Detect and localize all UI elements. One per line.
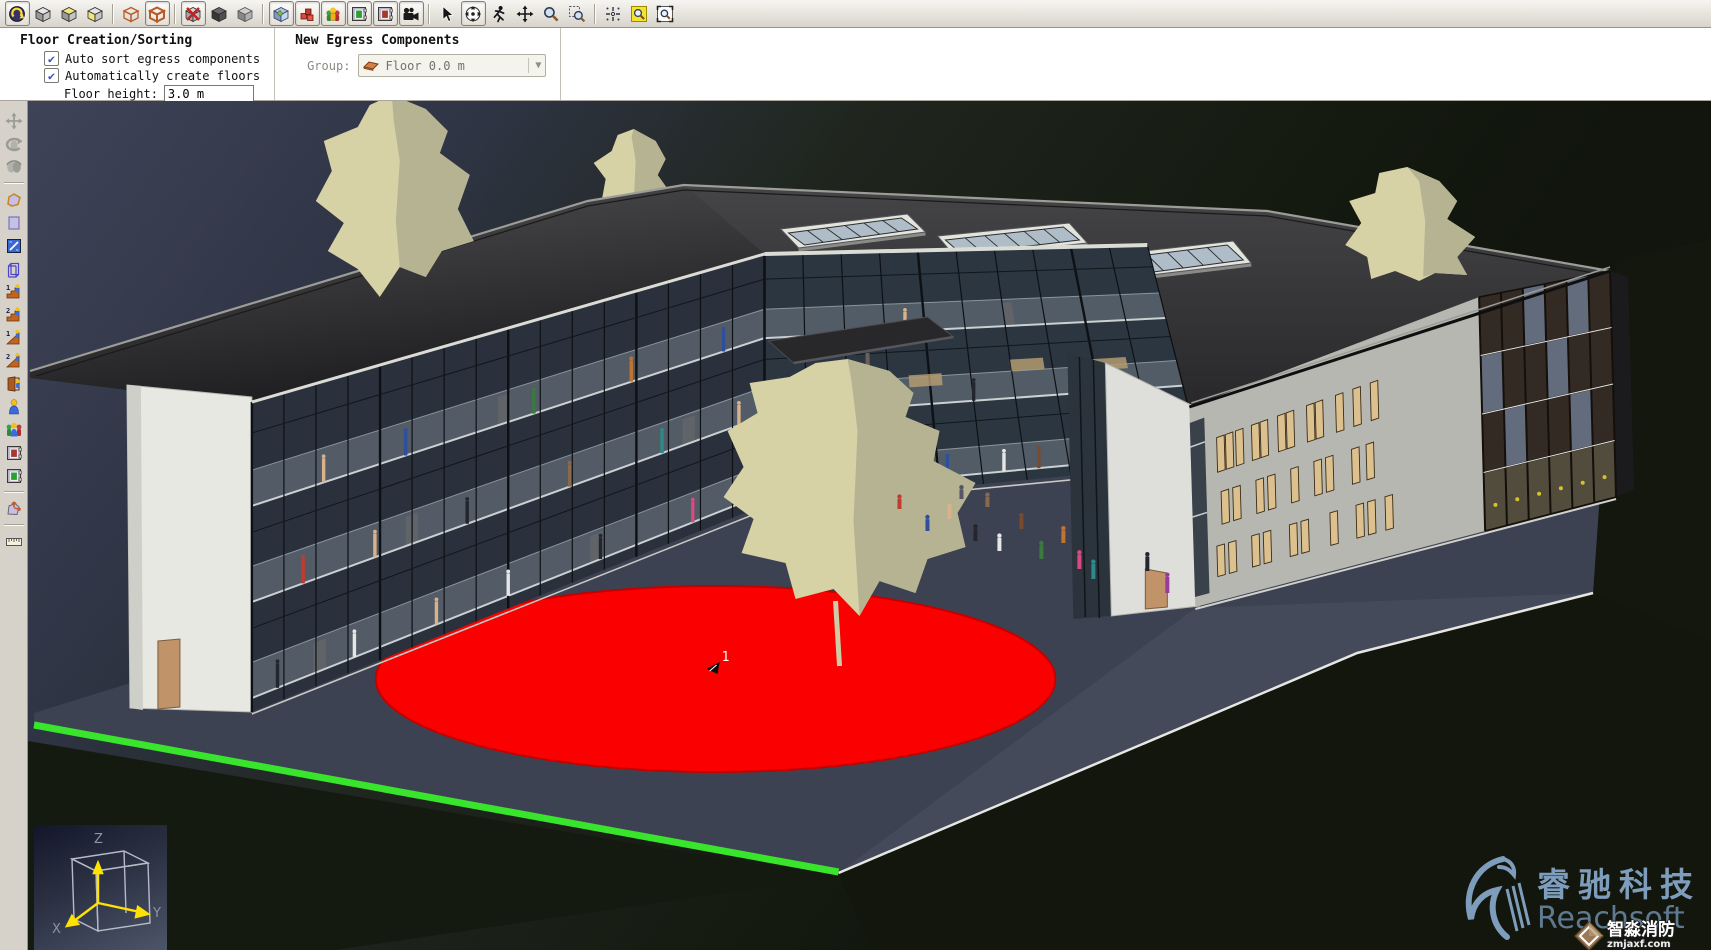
toolbar-separator bbox=[112, 4, 114, 24]
zoom-reset-tool-button[interactable] bbox=[653, 1, 678, 26]
polygon-room-tool-button[interactable] bbox=[2, 189, 26, 210]
ribbon: Floor Creation/Sorting ✔ Auto sort egres… bbox=[0, 28, 1711, 101]
rectangle-room-tool-button[interactable] bbox=[2, 212, 26, 233]
toolbar-separator bbox=[174, 4, 176, 24]
app-window: Floor Creation/Sorting ✔ Auto sort egres… bbox=[0, 0, 1711, 950]
show-occupants-toggle-button[interactable] bbox=[321, 1, 346, 26]
toolbar-separator bbox=[594, 4, 596, 24]
zoom-box-tool-button[interactable] bbox=[565, 1, 590, 26]
ramp-one-point-tool-button[interactable]: 1 bbox=[2, 327, 26, 348]
chevron-down-icon: ▼ bbox=[528, 58, 541, 73]
outline-view-mode-button[interactable] bbox=[145, 1, 170, 26]
show-exits-red-toggle-button[interactable] bbox=[373, 1, 398, 26]
pan-tool-button[interactable] bbox=[513, 1, 538, 26]
stairs-two-point-tool-button[interactable]: 2 bbox=[2, 304, 26, 325]
sidebar-separator bbox=[4, 491, 24, 493]
zoom-extents-tool-button[interactable] bbox=[627, 1, 652, 26]
floor-icon bbox=[363, 61, 379, 71]
sidebar-separator bbox=[4, 524, 24, 526]
show-terrain-toggle-button[interactable] bbox=[269, 1, 294, 26]
shaded-top-view-mode-button[interactable] bbox=[57, 1, 82, 26]
junction-door bbox=[1145, 569, 1167, 609]
group-dropdown[interactable]: Floor 0.0 m ▼ bbox=[358, 54, 546, 77]
group-label: Group: bbox=[307, 59, 350, 73]
orientation-cube[interactable]: Z X Y bbox=[34, 825, 167, 950]
exit-panel-green-tool-button[interactable] bbox=[2, 465, 26, 486]
toolbar-separator bbox=[428, 4, 430, 24]
toolbar-separator bbox=[262, 4, 264, 24]
egress-panel-title: New Egress Components bbox=[295, 33, 546, 48]
measure-tool-button[interactable] bbox=[2, 531, 26, 552]
floor-creation-panel: Floor Creation/Sorting ✔ Auto sort egres… bbox=[0, 28, 274, 100]
ramp-two-point-tool-button[interactable]: 2 bbox=[2, 350, 26, 371]
z-axis-label: Z bbox=[94, 832, 103, 847]
floor-height-label: Floor height: bbox=[64, 87, 158, 101]
end-wall-left bbox=[127, 385, 252, 712]
zhimiao-logo-icon bbox=[1574, 921, 1604, 950]
zhimiao-badge: 智淼消防 zmjaxf.com bbox=[1574, 921, 1675, 950]
sidebar-separator bbox=[4, 182, 24, 184]
transparent-geometry-toggle-button[interactable] bbox=[233, 1, 258, 26]
exit-door-tool-button[interactable] bbox=[2, 373, 26, 394]
add-occupant-tool-button[interactable] bbox=[2, 396, 26, 417]
auto-create-floors-checkbox[interactable]: ✔ bbox=[44, 68, 59, 83]
stairs-one-point-tool-button[interactable]: 1 bbox=[2, 281, 26, 302]
door-edge-tool-button[interactable] bbox=[2, 235, 26, 256]
main-toolbar bbox=[0, 0, 1711, 28]
badge-url: zmjaxf.com bbox=[1607, 940, 1675, 950]
select-tool-button[interactable] bbox=[435, 1, 460, 26]
shaded-front-view-mode-button[interactable] bbox=[83, 1, 108, 26]
floor-panel-title: Floor Creation/Sorting bbox=[20, 33, 260, 48]
exit-panel-red-tool-button[interactable] bbox=[2, 442, 26, 463]
new-egress-panel: New Egress Components Group: Floor 0.0 m… bbox=[275, 28, 560, 100]
show-cameras-toggle-button[interactable] bbox=[399, 1, 424, 26]
viewport-3d[interactable]: 1 bbox=[28, 101, 1711, 950]
x-axis-label: X bbox=[52, 922, 61, 937]
junction-glass bbox=[1067, 353, 1111, 619]
walk-tool-button[interactable] bbox=[487, 1, 512, 26]
svg-text:1: 1 bbox=[6, 284, 10, 292]
orbit-view-mode-button[interactable] bbox=[5, 1, 30, 26]
ribbon-separator bbox=[560, 28, 561, 100]
center-camera-tool-button[interactable] bbox=[601, 1, 626, 26]
badge-title: 智淼消防 bbox=[1607, 922, 1675, 940]
floor-height-input[interactable] bbox=[164, 85, 254, 102]
auto-sort-label: Auto sort egress components bbox=[65, 52, 260, 66]
roam-view-tool-button bbox=[2, 156, 26, 177]
show-fire-toggle-button[interactable] bbox=[295, 1, 320, 26]
svg-text:1: 1 bbox=[6, 330, 10, 338]
right-wing-brown-glass bbox=[1479, 271, 1616, 531]
show-exits-green-toggle-button[interactable] bbox=[347, 1, 372, 26]
y-axis-label: Y bbox=[152, 906, 161, 921]
group-dropdown-value: Floor 0.0 m bbox=[385, 59, 528, 73]
tool-sidebar: 1 2 1 2 bbox=[0, 101, 28, 950]
add-occupant-group-tool-button[interactable] bbox=[2, 419, 26, 440]
orbit-tool-button[interactable] bbox=[461, 1, 486, 26]
vertex-label: 1 bbox=[722, 650, 730, 665]
svg-text:2: 2 bbox=[6, 307, 10, 315]
solid-geometry-toggle-button[interactable] bbox=[207, 1, 232, 26]
obstruction-tool-button[interactable] bbox=[2, 258, 26, 279]
pan-view-tool-button bbox=[2, 110, 26, 131]
auto-create-floors-label: Automatically create floors bbox=[65, 69, 260, 83]
scene-3d[interactable]: 1 bbox=[28, 101, 1711, 950]
hide-geometry-toggle-button[interactable] bbox=[181, 1, 206, 26]
svg-text:2: 2 bbox=[6, 353, 10, 361]
zoom-tool-button[interactable] bbox=[539, 1, 564, 26]
auto-sort-checkbox[interactable]: ✔ bbox=[44, 51, 59, 66]
end-wall-door bbox=[158, 639, 180, 709]
wireframe-view-mode-button[interactable] bbox=[119, 1, 144, 26]
rotate-view-tool-button bbox=[2, 133, 26, 154]
move-vertices-tool-button[interactable] bbox=[2, 498, 26, 519]
shaded-view-mode-button[interactable] bbox=[31, 1, 56, 26]
